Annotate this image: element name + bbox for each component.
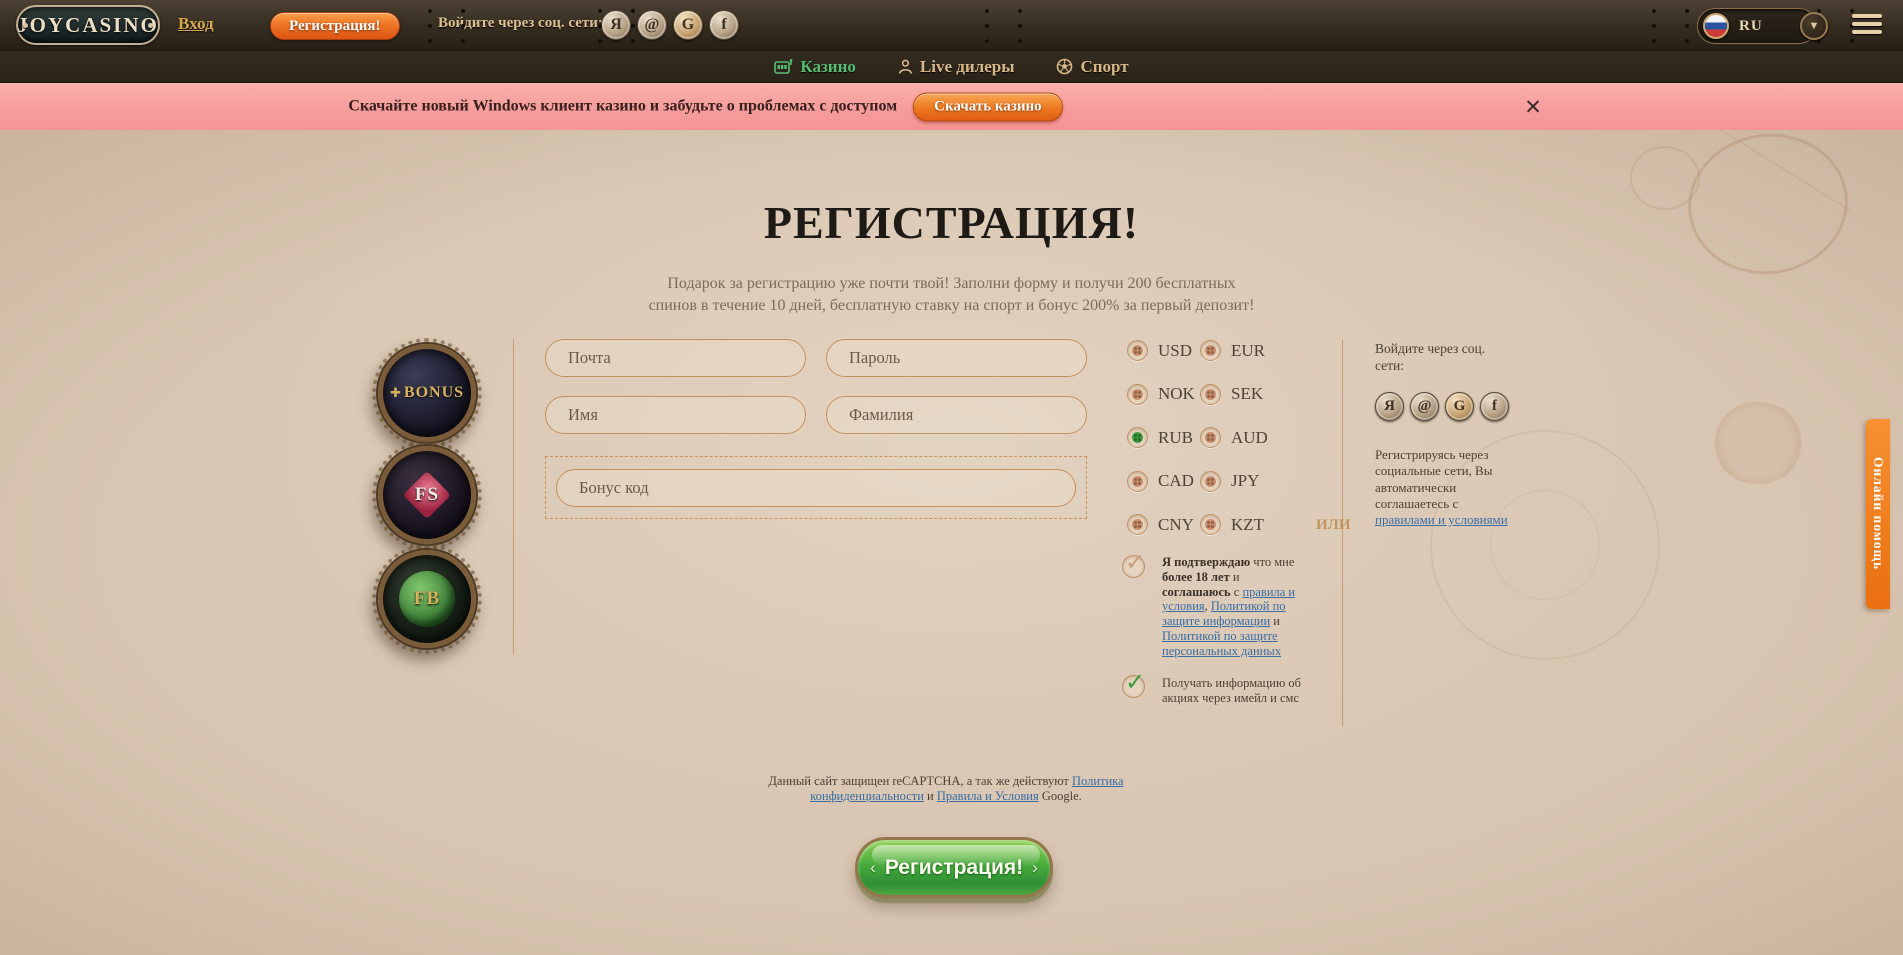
promo-checkbox[interactable]: ✓ xyxy=(1122,675,1145,698)
mailru-icon[interactable]: @ xyxy=(637,10,667,40)
download-casino-button[interactable]: Скачать казино xyxy=(913,92,1063,121)
currency-option-eur[interactable]: EUR xyxy=(1200,340,1273,361)
terms-conditions-link[interactable]: правилами и условиями xyxy=(1375,512,1508,527)
page-vignette xyxy=(0,130,1903,955)
radio-usd[interactable] xyxy=(1127,340,1148,361)
first-name-field[interactable] xyxy=(545,396,806,434)
currency-option-kzt[interactable]: KZT xyxy=(1200,514,1273,535)
language-code: RU xyxy=(1739,18,1763,35)
radio-rub[interactable] xyxy=(1127,427,1148,448)
rivets xyxy=(428,9,432,13)
soccer-ball-icon xyxy=(1056,58,1073,75)
terms-checkbox[interactable]: ✓ xyxy=(1122,555,1145,578)
mailru-icon[interactable]: @ xyxy=(1410,392,1439,421)
yandex-icon[interactable]: Я xyxy=(1375,392,1404,421)
rivets xyxy=(1652,9,1656,13)
radio-nok[interactable] xyxy=(1127,384,1148,405)
logo-text: JOYCASINO xyxy=(17,13,159,38)
radio-cny[interactable] xyxy=(1127,514,1148,535)
bonus-code-field[interactable] xyxy=(556,469,1076,507)
bonus-code-box xyxy=(545,456,1087,519)
currency-selector: USD EUR NOK SEK RUB AUD CAD JPY CNY KZ xyxy=(1127,329,1287,547)
radio-sek[interactable] xyxy=(1200,384,1221,405)
register-button[interactable]: Регистрация! xyxy=(270,12,400,40)
top-bar: JOYCASINO Вход Регистрация! Войдите чере… xyxy=(0,0,1903,51)
russia-flag-icon xyxy=(1703,13,1729,39)
language-dropdown-knob[interactable]: ▼ xyxy=(1800,12,1828,40)
currency-option-cad[interactable]: CAD xyxy=(1127,471,1200,492)
arrow-right-icon: › xyxy=(1032,858,1038,878)
divider-left xyxy=(513,339,514,655)
tab-label: Казино xyxy=(800,57,856,77)
tab-label: Live дилеры xyxy=(920,57,1015,77)
bonus-badge: ✚ BONUS xyxy=(378,344,476,442)
freebet-badge: FB xyxy=(378,550,476,648)
checkmark-icon: ✓ xyxy=(1125,668,1145,696)
submit-registration-button[interactable]: ‹ Регистрация! › xyxy=(855,837,1053,898)
rivets xyxy=(598,9,602,13)
tab-sport[interactable]: Спорт xyxy=(1056,57,1128,77)
currency-option-nok[interactable]: NOK xyxy=(1127,384,1200,405)
social-register-title: Войдите через соц. сети: xyxy=(1375,340,1500,374)
personal-data-policy-link[interactable]: Политикой по защите персональных данных xyxy=(1162,629,1281,658)
topbar-social-icons: Я @ G f xyxy=(601,10,739,40)
currency-option-aud[interactable]: AUD xyxy=(1200,427,1273,448)
registration-page: JOYCASINO Вход Регистрация! Войдите чере… xyxy=(0,0,1903,955)
last-name-field[interactable] xyxy=(826,396,1087,434)
radio-cad[interactable] xyxy=(1127,471,1148,492)
page-subtitle: Подарок за регистрацию уже почти твой! З… xyxy=(0,273,1903,317)
dealer-icon xyxy=(898,59,913,75)
yandex-icon[interactable]: Я xyxy=(601,10,631,40)
facebook-icon[interactable]: f xyxy=(709,10,739,40)
social-register-icons: Я @ G f xyxy=(1375,392,1509,421)
facebook-icon[interactable]: f xyxy=(1480,392,1509,421)
banner-message: Скачайте новый Windows клиент казино и з… xyxy=(348,98,897,116)
tab-casino[interactable]: Казино xyxy=(774,57,856,77)
language-selector[interactable]: RU xyxy=(1697,8,1817,44)
radio-aud[interactable] xyxy=(1200,427,1221,448)
email-field[interactable] xyxy=(545,339,806,377)
online-help-tab[interactable]: Онлайн помощь xyxy=(1866,419,1890,609)
slot-machine-icon xyxy=(774,59,793,75)
currency-option-usd[interactable]: USD xyxy=(1127,340,1200,361)
currency-option-rub[interactable]: RUB xyxy=(1127,427,1200,448)
currency-option-cny[interactable]: CNY xyxy=(1127,514,1200,535)
checkmark-icon: ✓ xyxy=(1125,548,1145,576)
recaptcha-note: Данный сайт защищен reCAPTCHA, а так же … xyxy=(746,774,1146,803)
radio-eur[interactable] xyxy=(1200,340,1221,361)
social-register-note: Регистрируясь через социальные сети, Вы … xyxy=(1375,447,1513,528)
main-nav: Казино Live дилеры Спорт xyxy=(0,51,1903,83)
plus-icon: ✚ xyxy=(390,385,401,401)
terms-text: Я подтверждаю что мне более 18 лет и сог… xyxy=(1162,555,1308,659)
google-icon[interactable]: G xyxy=(1445,392,1474,421)
google-terms-link[interactable]: Правила и Условия xyxy=(937,789,1039,803)
close-icon[interactable]: ✕ xyxy=(1520,94,1546,120)
download-banner: Скачайте новый Windows клиент казино и з… xyxy=(0,83,1903,130)
login-link[interactable]: Вход xyxy=(178,14,214,34)
radio-jpy[interactable] xyxy=(1200,471,1221,492)
social-login-prompt: Войдите через соц. сети: xyxy=(438,15,603,32)
google-icon[interactable]: G xyxy=(673,10,703,40)
menu-icon[interactable] xyxy=(1852,14,1882,38)
tab-live-dealers[interactable]: Live дилеры xyxy=(898,57,1015,77)
currency-option-sek[interactable]: SEK xyxy=(1200,384,1273,405)
arrow-left-icon: ‹ xyxy=(870,858,876,878)
logo[interactable]: JOYCASINO xyxy=(16,5,160,45)
freespins-badge: FS xyxy=(378,446,476,544)
background-stain xyxy=(1712,402,1804,484)
page-title: РЕГИСТРАЦИЯ! xyxy=(0,196,1903,249)
radio-kzt[interactable] xyxy=(1200,514,1221,535)
or-label: ИЛИ xyxy=(1316,517,1351,534)
password-field[interactable] xyxy=(826,339,1087,377)
rivets xyxy=(985,9,989,13)
tab-label: Спорт xyxy=(1080,57,1128,77)
currency-option-jpy[interactable]: JPY xyxy=(1200,471,1273,492)
promo-text: Получать информацию об акциях через имей… xyxy=(1162,676,1314,706)
